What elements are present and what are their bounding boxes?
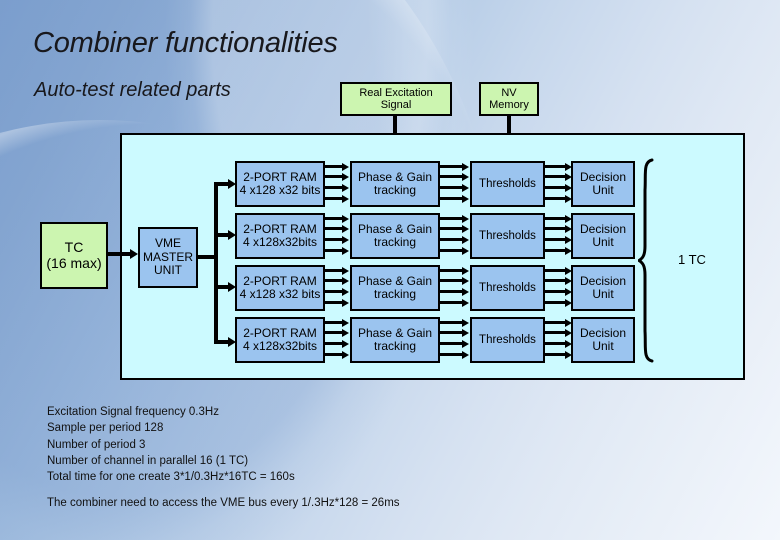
decision-line1: Decision <box>579 221 627 236</box>
arrow-bundle-thresholds-to-decision <box>545 267 573 308</box>
thresholds-box: Thresholds <box>470 317 545 363</box>
arrow-bundle-phase-to-thresholds <box>440 267 470 308</box>
slide-title: Combiner functionalities <box>33 27 338 59</box>
decision-line2: Unit <box>592 235 614 249</box>
decision-unit-box: Decision Unit <box>571 265 635 311</box>
decision-line1: Decision <box>579 325 627 340</box>
nv-memory-line1: NV <box>501 86 517 99</box>
phase-line2: tracking <box>373 339 417 353</box>
two-port-ram-box: 2-PORT RAM 4 x128 x32 bits <box>235 161 325 207</box>
decision-line1: Decision <box>579 169 627 184</box>
thresholds-label: Thresholds <box>479 281 536 294</box>
two-port-ram-box: 2-PORT RAM 4 x128 x32 bits <box>235 265 325 311</box>
thresholds-box: Thresholds <box>470 161 545 207</box>
phase-line2: tracking <box>373 235 417 249</box>
note-line-5: Total time for one create 3*1/0.3Hz*16TC… <box>47 471 295 484</box>
phase-gain-tracking-box: Phase & Gain tracking <box>350 317 440 363</box>
arrow-bundle-thresholds-to-decision <box>545 319 573 360</box>
nv-memory-box: NV Memory <box>479 82 539 116</box>
vme-fanout-spine <box>214 182 218 344</box>
thresholds-box: Thresholds <box>470 213 545 259</box>
arrowhead-tc-to-vme <box>130 249 138 259</box>
arrow-bundle-phase-to-thresholds <box>440 319 470 360</box>
two-port-ram-box: 2-PORT RAM 4 x128x32bits <box>235 317 325 363</box>
ram-line1: 2-PORT RAM <box>243 273 317 288</box>
phase-line2: tracking <box>373 287 417 301</box>
vme-line2: MASTER <box>142 249 193 264</box>
slide-canvas: Combiner functionalities Auto-test relat… <box>0 0 780 540</box>
ram-line1: 2-PORT RAM <box>243 325 317 340</box>
decision-line1: Decision <box>579 273 627 288</box>
arrow-bundle-ram-to-phase <box>325 267 350 308</box>
arrow-bundle-thresholds-to-decision <box>545 163 573 204</box>
ram-line2: 4 x128x32bits <box>242 235 318 249</box>
connector-tc-to-vme <box>108 252 132 256</box>
note-line-2: Sample per period 128 <box>47 422 164 435</box>
tc-source-box: TC (16 max) <box>40 222 108 289</box>
two-port-ram-box: 2-PORT RAM 4 x128x32bits <box>235 213 325 259</box>
thresholds-label: Thresholds <box>479 177 536 190</box>
arrow-bundle-ram-to-phase <box>325 319 350 360</box>
vme-master-unit-box: VME MASTER UNIT <box>138 227 198 288</box>
phase-line1: Phase & Gain <box>357 273 433 288</box>
ram-line1: 2-PORT RAM <box>243 221 317 236</box>
tc-line2: (16 max) <box>46 254 102 271</box>
real-excitation-signal-box: Real Excitation Signal <box>340 82 452 116</box>
ram-line2: 4 x128x32bits <box>242 339 318 353</box>
phase-line1: Phase & Gain <box>357 169 433 184</box>
decision-unit-box: Decision Unit <box>571 317 635 363</box>
arrow-bundle-ram-to-phase <box>325 163 350 204</box>
note-line-1: Excitation Signal frequency 0.3Hz <box>47 406 219 418</box>
phase-gain-tracking-box: Phase & Gain tracking <box>350 265 440 311</box>
decision-line2: Unit <box>592 183 614 197</box>
arrow-bundle-phase-to-thresholds <box>440 163 470 204</box>
phase-line1: Phase & Gain <box>357 221 433 236</box>
phase-line2: tracking <box>373 183 417 197</box>
ram-line1: 2-PORT RAM <box>243 169 317 184</box>
slide-subtitle: Auto-test related parts <box>34 79 231 101</box>
thresholds-label: Thresholds <box>479 333 536 346</box>
arrow-bundle-thresholds-to-decision <box>545 215 573 256</box>
grouping-brace-icon <box>638 158 654 363</box>
vme-line3: UNIT <box>154 263 182 278</box>
arrow-bundle-phase-to-thresholds <box>440 215 470 256</box>
real-excitation-signal-line2: Signal <box>380 99 412 111</box>
decision-line2: Unit <box>592 287 614 301</box>
note-line-3: Number of period 3 <box>47 438 146 451</box>
phase-line1: Phase & Gain <box>357 325 433 340</box>
notes-block: Excitation Signal frequency 0.3Hz Sample… <box>47 404 400 511</box>
thresholds-box: Thresholds <box>470 265 545 311</box>
vme-line1: VME <box>154 236 181 251</box>
phase-gain-tracking-box: Phase & Gain tracking <box>350 161 440 207</box>
phase-gain-tracking-box: Phase & Gain tracking <box>350 213 440 259</box>
decision-unit-box: Decision Unit <box>571 213 635 259</box>
one-tc-label: 1 TC <box>678 252 706 267</box>
nv-memory-line2: Memory <box>489 99 529 111</box>
ram-line2: 4 x128 x32 bits <box>239 287 321 301</box>
real-excitation-signal-line1: Real Excitation <box>359 86 433 99</box>
note-line-6: The combiner need to access the VME bus … <box>47 496 400 509</box>
decision-unit-box: Decision Unit <box>571 161 635 207</box>
thresholds-label: Thresholds <box>479 229 536 242</box>
tc-line1: TC <box>64 238 84 255</box>
arrow-bundle-ram-to-phase <box>325 215 350 256</box>
decision-line2: Unit <box>592 339 614 353</box>
note-line-4: Number of channel in parallel 16 (1 TC) <box>47 454 249 467</box>
ram-line2: 4 x128 x32 bits <box>239 183 321 197</box>
